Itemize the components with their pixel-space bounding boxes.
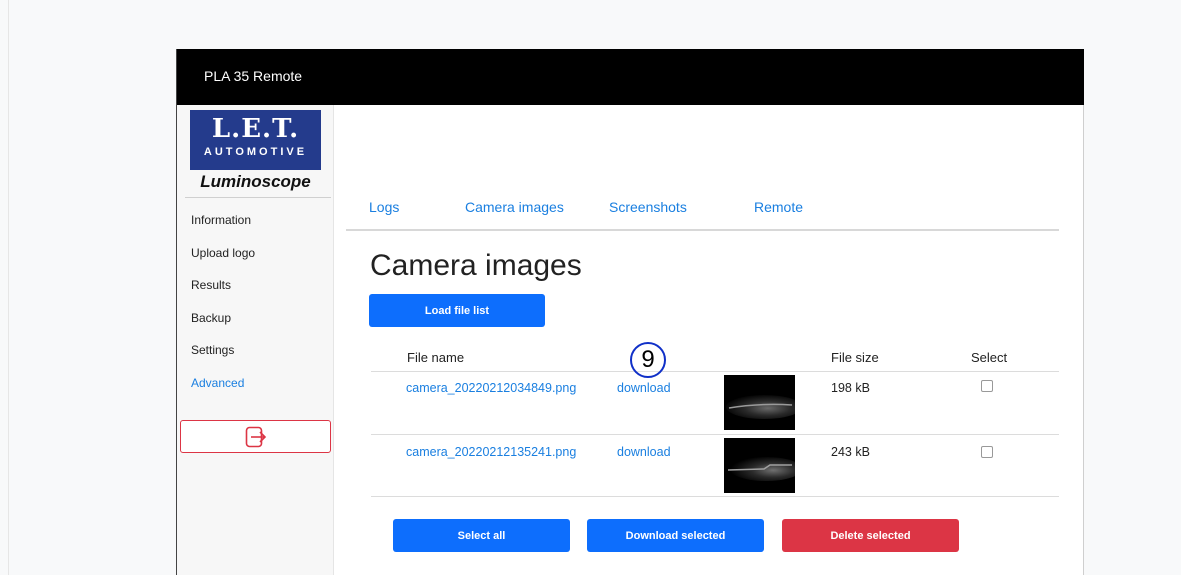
app-title: PLA 35 Remote [204,68,303,84]
table-row-divider [371,434,1059,435]
table-bottom-divider [371,496,1059,497]
file-size: 243 kB [831,445,870,459]
top-bar: PLA 35 Remote [177,49,1084,105]
logout-icon [245,426,266,447]
logo-let-text: L.E.T. [211,114,300,144]
sidebar-item-advanced[interactable]: Advanced [191,375,255,408]
frame-divider [8,0,9,575]
logo-let-block: L.E.T. AUTOMOTIVE [190,110,321,170]
annotation-marker: 9 [630,342,666,378]
logo-automotive-text: AUTOMOTIVE [203,146,308,158]
select-checkbox[interactable] [981,380,993,392]
sidebar-item-results[interactable]: Results [191,277,255,310]
table-header-divider [371,371,1059,372]
download-selected-button[interactable]: Download selected [587,519,764,552]
sidebar-item-upload-logo[interactable]: Upload logo [191,245,255,278]
file-size: 198 kB [831,381,870,395]
company-logo: L.E.T. AUTOMOTIVE Luminoscope [190,110,321,194]
download-link[interactable]: download [617,445,671,459]
sidebar-divider [185,197,331,198]
tabs-underline [346,229,1059,231]
delete-selected-button[interactable]: Delete selected [782,519,959,552]
column-header-file-size: File size [831,350,879,365]
tab-logs[interactable]: Logs [369,199,399,215]
sidebar: L.E.T. AUTOMOTIVE Luminoscope Informatio… [177,105,334,575]
camera-thumbnail[interactable] [724,438,795,493]
page-title: Camera images [370,249,582,282]
tab-screenshots[interactable]: Screenshots [609,199,687,215]
logout-button[interactable] [180,420,331,453]
load-file-list-button[interactable]: Load file list [369,294,545,327]
logo-luminoscope-text: Luminoscope [200,172,311,191]
select-all-button[interactable]: Select all [393,519,570,552]
camera-thumbnail[interactable] [724,375,795,430]
sidebar-item-information[interactable]: Information [191,212,255,245]
column-header-select: Select [971,350,1008,365]
sidebar-item-settings[interactable]: Settings [191,342,255,375]
column-header-file-name: File name [407,350,465,365]
app-window: PLA 35 Remote L.E.T. AUTOMOTIVE Luminosc… [176,49,1084,575]
download-link[interactable]: download [617,381,671,395]
sidebar-item-backup[interactable]: Backup [191,310,255,343]
tab-camera-images[interactable]: Camera images [465,199,564,215]
file-name-link[interactable]: camera_20220212135241.png [406,445,576,459]
sidebar-nav: Information Upload logo Results Backup S… [191,212,255,407]
select-checkbox[interactable] [981,446,993,458]
tab-remote[interactable]: Remote [754,199,803,215]
file-name-link[interactable]: camera_20220212034849.png [406,381,576,395]
